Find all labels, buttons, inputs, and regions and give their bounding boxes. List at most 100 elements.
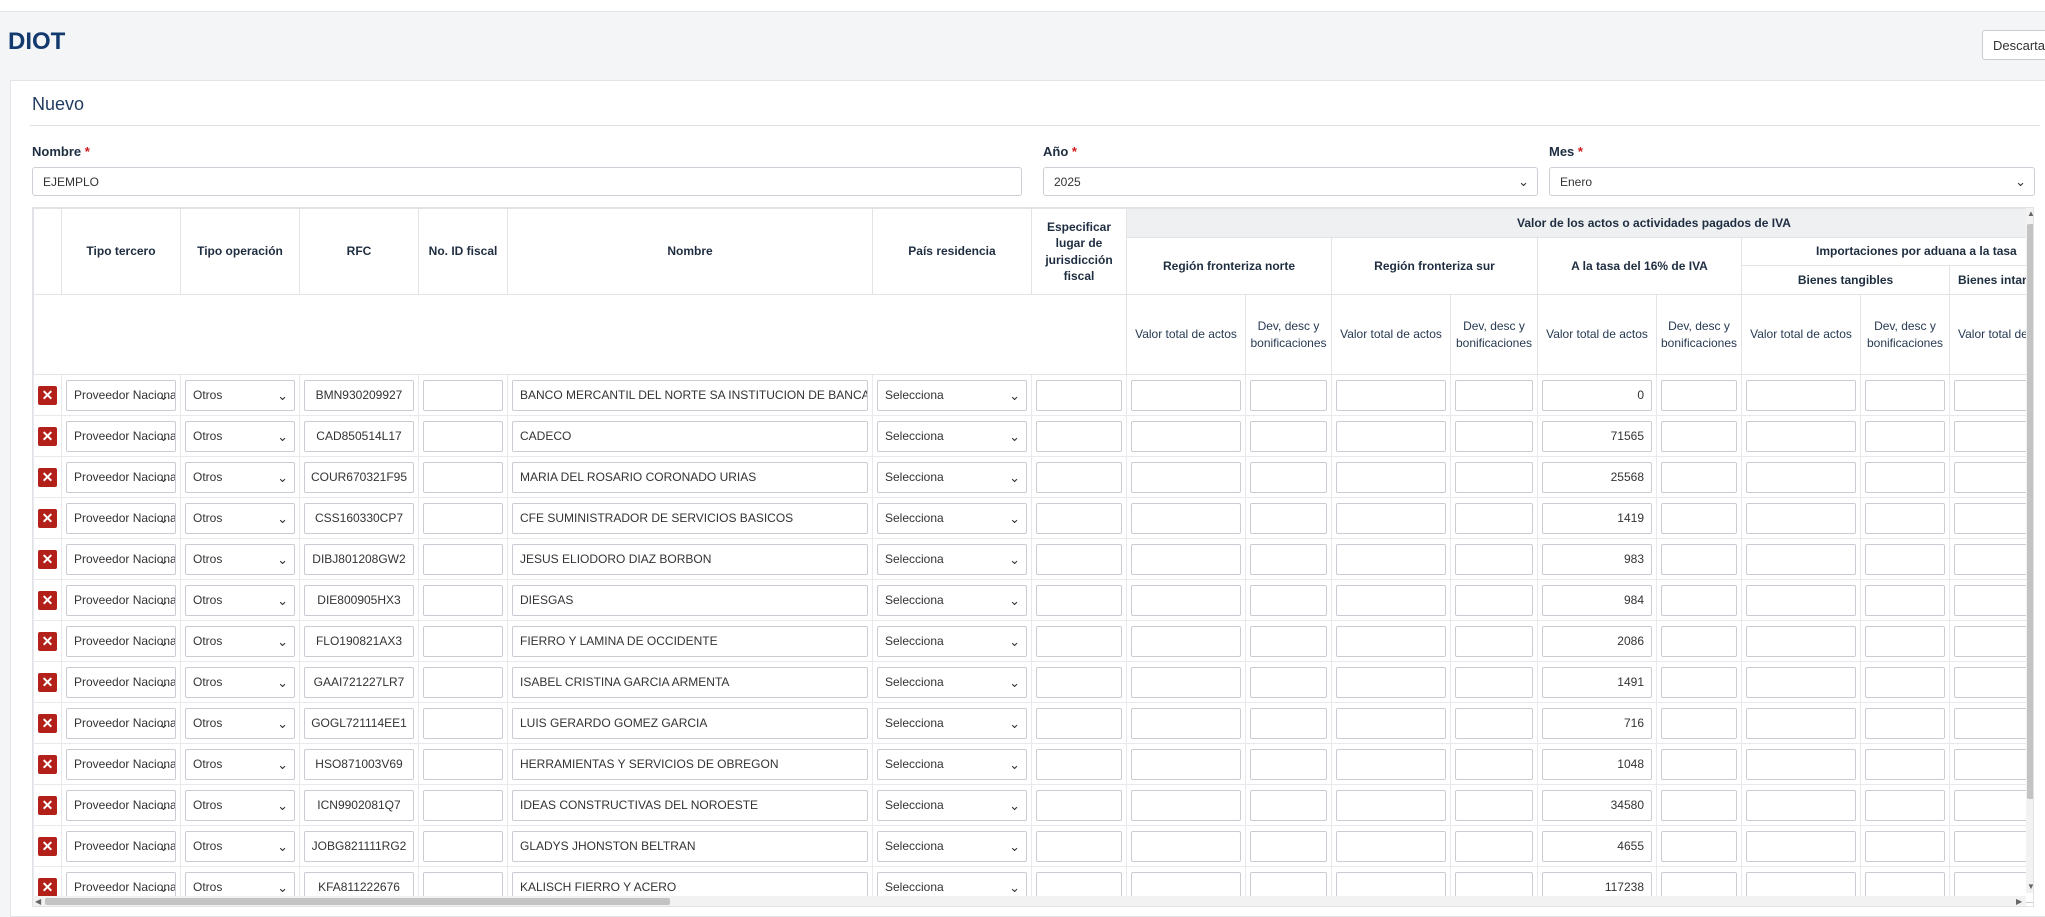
sur-dev-input[interactable] [1455,707,1533,739]
tangibles-valor-input[interactable] [1746,625,1856,657]
tangibles-dev-input[interactable] [1865,748,1945,780]
tasa16-valor-input[interactable]: 1419 [1542,502,1652,534]
pais-select[interactable]: Selecciona ⌄ [877,543,1027,575]
pais-select[interactable]: Selecciona ⌄ [877,420,1027,452]
tasa16-dev-input[interactable] [1661,625,1737,657]
norte-valor-input[interactable] [1131,707,1241,739]
tasa16-dev-input[interactable] [1661,789,1737,821]
delete-row-icon[interactable]: ✕ [38,508,57,528]
tangibles-valor-input[interactable] [1746,420,1856,452]
tipo-tercero-select[interactable]: Proveedor Nacional ⌄ [66,584,176,616]
norte-dev-input[interactable] [1250,420,1327,452]
tangibles-dev-input[interactable] [1865,461,1945,493]
sur-valor-input[interactable] [1336,666,1446,698]
tipo-operacion-select[interactable]: Otros ⌄ [185,830,295,862]
tangibles-dev-input[interactable] [1865,584,1945,616]
tasa16-valor-input[interactable]: 984 [1542,584,1652,616]
tipo-operacion-select[interactable]: Otros ⌄ [185,789,295,821]
jurisdiccion-input[interactable] [1036,420,1122,452]
pais-select[interactable]: Selecciona ⌄ [877,379,1027,411]
id-fiscal-input[interactable] [423,461,503,493]
jurisdiccion-input[interactable] [1036,625,1122,657]
norte-valor-input[interactable] [1131,584,1241,616]
nombre-input[interactable]: IDEAS CONSTRUCTIVAS DEL NOROESTE [512,789,868,821]
scroll-up-icon[interactable]: ▲ [2027,209,2033,218]
id-fiscal-input[interactable] [423,789,503,821]
id-fiscal-input[interactable] [423,748,503,780]
sur-dev-input[interactable] [1455,461,1533,493]
intangibles-valor-input[interactable] [1954,707,2033,739]
tasa16-valor-input[interactable]: 4655 [1542,830,1652,862]
delete-row-icon[interactable]: ✕ [38,795,57,815]
norte-valor-input[interactable] [1131,502,1241,534]
tasa16-valor-input[interactable]: 1048 [1542,748,1652,780]
id-fiscal-input[interactable] [423,625,503,657]
tasa16-valor-input[interactable]: 25568 [1542,461,1652,493]
intangibles-valor-input[interactable] [1954,584,2033,616]
sur-dev-input[interactable] [1455,584,1533,616]
vertical-scrollbar[interactable]: ▲ ▼ [2026,208,2033,893]
tangibles-dev-input[interactable] [1865,379,1945,411]
norte-valor-input[interactable] [1131,379,1241,411]
tangibles-valor-input[interactable] [1746,748,1856,780]
rfc-input[interactable]: CSS160330CP7 [304,502,414,534]
nombre-input[interactable]: CADECO [512,420,868,452]
norte-valor-input[interactable] [1131,666,1241,698]
rfc-input[interactable]: GOGL721114EE1 [304,707,414,739]
sur-valor-input[interactable] [1336,830,1446,862]
tipo-operacion-select[interactable]: Otros ⌄ [185,420,295,452]
nombre-input[interactable]: HERRAMIENTAS Y SERVICIOS DE OBREGON [512,748,868,780]
id-fiscal-input[interactable] [423,830,503,862]
intangibles-valor-input[interactable] [1954,502,2033,534]
pais-select[interactable]: Selecciona ⌄ [877,830,1027,862]
jurisdiccion-input[interactable] [1036,707,1122,739]
delete-row-icon[interactable]: ✕ [38,385,57,405]
tipo-operacion-select[interactable]: Otros ⌄ [185,543,295,575]
sur-valor-input[interactable] [1336,748,1446,780]
tasa16-valor-input[interactable]: 71565 [1542,420,1652,452]
tangibles-dev-input[interactable] [1865,789,1945,821]
norte-valor-input[interactable] [1131,625,1241,657]
norte-valor-input[interactable] [1131,830,1241,862]
tasa16-valor-input[interactable]: 1491 [1542,666,1652,698]
norte-dev-input[interactable] [1250,379,1327,411]
tipo-operacion-select[interactable]: Otros ⌄ [185,461,295,493]
tasa16-valor-input[interactable]: 983 [1542,543,1652,575]
norte-valor-input[interactable] [1131,420,1241,452]
tangibles-dev-input[interactable] [1865,420,1945,452]
delete-row-icon[interactable]: ✕ [38,713,57,733]
rfc-input[interactable]: JOBG821111RG2 [304,830,414,862]
tangibles-dev-input[interactable] [1865,502,1945,534]
tangibles-dev-input[interactable] [1865,666,1945,698]
rfc-input[interactable]: GAAI721227LR7 [304,666,414,698]
sur-dev-input[interactable] [1455,543,1533,575]
nombre-input[interactable]: ISABEL CRISTINA GARCIA ARMENTA [512,666,868,698]
pais-select[interactable]: Selecciona ⌄ [877,707,1027,739]
delete-row-icon[interactable]: ✕ [38,836,57,856]
tangibles-valor-input[interactable] [1746,584,1856,616]
pais-select[interactable]: Selecciona ⌄ [877,461,1027,493]
tangibles-valor-input[interactable] [1746,379,1856,411]
jurisdiccion-input[interactable] [1036,830,1122,862]
norte-dev-input[interactable] [1250,666,1327,698]
tangibles-valor-input[interactable] [1746,461,1856,493]
tangibles-valor-input[interactable] [1746,543,1856,575]
tipo-tercero-select[interactable]: Proveedor Nacional ⌄ [66,461,176,493]
tasa16-dev-input[interactable] [1661,666,1737,698]
sur-valor-input[interactable] [1336,502,1446,534]
delete-row-icon[interactable]: ✕ [38,590,57,610]
tangibles-dev-input[interactable] [1865,707,1945,739]
pais-select[interactable]: Selecciona ⌄ [877,789,1027,821]
nombre-input[interactable]: EJEMPLO [32,167,1022,196]
sur-valor-input[interactable] [1336,461,1446,493]
tasa16-dev-input[interactable] [1661,584,1737,616]
tipo-tercero-select[interactable]: Proveedor Nacional ⌄ [66,707,176,739]
nombre-input[interactable]: LUIS GERARDO GOMEZ GARCIA [512,707,868,739]
tipo-tercero-select[interactable]: Proveedor Nacional ⌄ [66,543,176,575]
tangibles-dev-input[interactable] [1865,625,1945,657]
rfc-input[interactable]: COUR670321F95 [304,461,414,493]
sur-dev-input[interactable] [1455,748,1533,780]
sur-valor-input[interactable] [1336,420,1446,452]
sur-dev-input[interactable] [1455,420,1533,452]
scroll-down-icon[interactable]: ▼ [2027,882,2033,891]
